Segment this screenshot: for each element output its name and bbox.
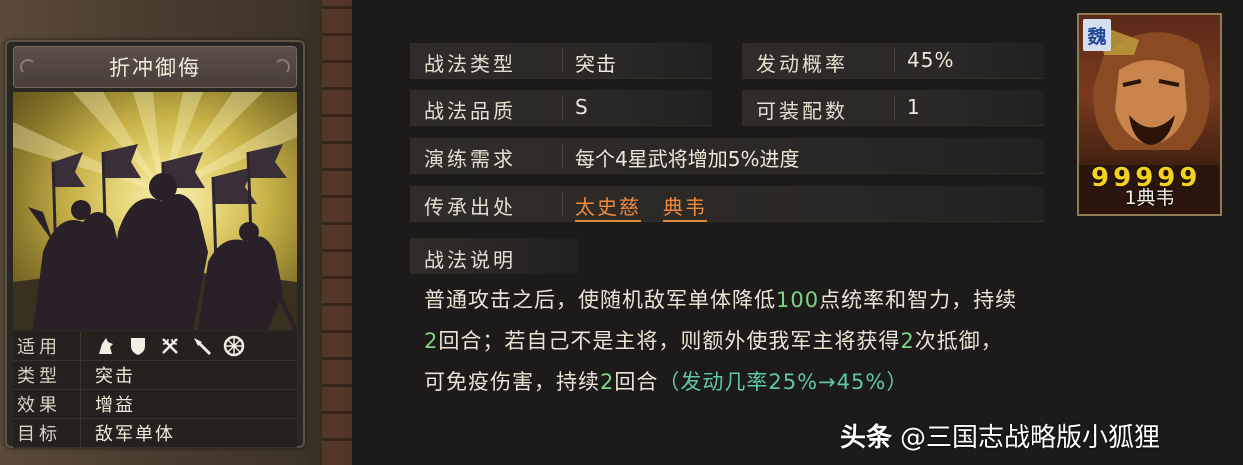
attr-row-effect: 效果 增益 [13,390,297,419]
watermark-brand: 头条 [840,423,893,453]
watermark-account: @三国志战略版小狐狸 [900,423,1161,453]
info-label: 传承出处 [424,195,516,219]
attr-value: 突击 [95,366,135,387]
description-heading: 战法说明 [410,238,578,274]
attr-row-target: 目标 敌军单体 [13,419,297,448]
desc-text: 可免疫伤害，持续 [424,370,600,394]
attr-key: 类型 [13,361,81,389]
attr-value: 增益 [95,395,135,416]
card-title-bar: 折冲御侮 [13,46,297,88]
info-label: 发动概率 [756,52,848,76]
cavalry-silhouette-art [13,92,297,330]
attr-key: 目标 [13,419,81,447]
desc-text: 点统率和智力，持续 [819,288,1018,312]
desc-text: 次抵御， [914,329,1003,353]
general-portrait-card[interactable]: 魏 9 9 9 9 9 1典韦 [1077,13,1222,216]
skill-card: 折冲御侮 适用 类型 突击 效果 增益 目标 敌军单体 [5,40,305,448]
attribute-table: 适用 类型 突击 效果 增益 目标 敌军单体 [13,332,297,448]
skill-artwork [13,92,297,330]
desc-number: 2 [424,329,439,353]
spear-icon [191,335,213,357]
info-cell-type: 战法类型 突击 [410,43,712,79]
siege-wheel-icon [223,335,245,357]
source-link-taishici[interactable]: 太史慈 [575,195,641,222]
desc-number: 100 [776,288,820,312]
card-title: 折冲御侮 [109,56,201,80]
cell-divider [894,96,895,120]
scroll-ornament-left [20,59,36,75]
cell-divider [562,49,563,73]
info-value: 45% [907,48,955,72]
cell-divider [562,144,563,168]
desc-text: 回合；若自己不是主将，则额外使我军主将获得 [438,329,901,353]
source-links: 太史慈 典韦 [575,191,729,222]
faction-badge: 魏 [1083,19,1111,51]
attr-value: 敌军单体 [95,424,175,445]
cell-divider [894,49,895,73]
attr-key: 效果 [13,390,81,418]
desc-number: 2 [900,329,915,353]
info-label: 战法类型 [424,52,516,76]
desc-text: 普通攻击之后，使随机敌军单体降低 [424,288,776,312]
brick-divider [322,0,352,465]
skill-description: 普通攻击之后，使随机敌军单体降低100点统率和智力，持续 2回合；若自己不是主将… [424,280,1224,403]
desc-text: 回合 [614,370,659,394]
cell-divider [562,96,563,120]
shield-icon [127,335,149,357]
desc-rate-note: （发动几率25%→45%） [658,370,909,394]
info-label: 战法品质 [424,99,516,123]
info-label: 可装配数 [756,99,848,123]
info-label: 演练需求 [424,147,516,171]
description-heading-text: 战法说明 [424,248,516,272]
crossed-bows-icon [159,335,181,357]
cavalry-icon [95,335,117,357]
desc-number: 2 [600,370,615,394]
info-cell-quality: 战法品质 S [410,90,712,126]
info-value: 1 [907,95,921,119]
troop-type-icons [81,335,245,357]
info-value: 每个4星武将增加5%进度 [575,147,800,171]
info-value: S [575,95,589,119]
scroll-ornament-right [274,59,290,75]
source-link-dianwei[interactable]: 典韦 [663,195,707,222]
info-cell-source: 传承出处 太史慈 典韦 [410,186,1044,222]
cell-divider [562,192,563,216]
general-name: 1典韦 [1124,187,1175,209]
info-cell-rate: 发动概率 45% [742,43,1044,79]
attr-key: 适用 [13,332,81,360]
attr-row-type: 类型 突击 [13,361,297,390]
watermark: 头条 @三国志战略版小狐狸 [840,417,1160,454]
info-cell-equip: 可装配数 1 [742,90,1044,126]
info-value: 突击 [575,52,617,76]
info-cell-training: 演练需求 每个4星武将增加5%进度 [410,138,1044,174]
attr-row-applicable: 适用 [13,332,297,361]
